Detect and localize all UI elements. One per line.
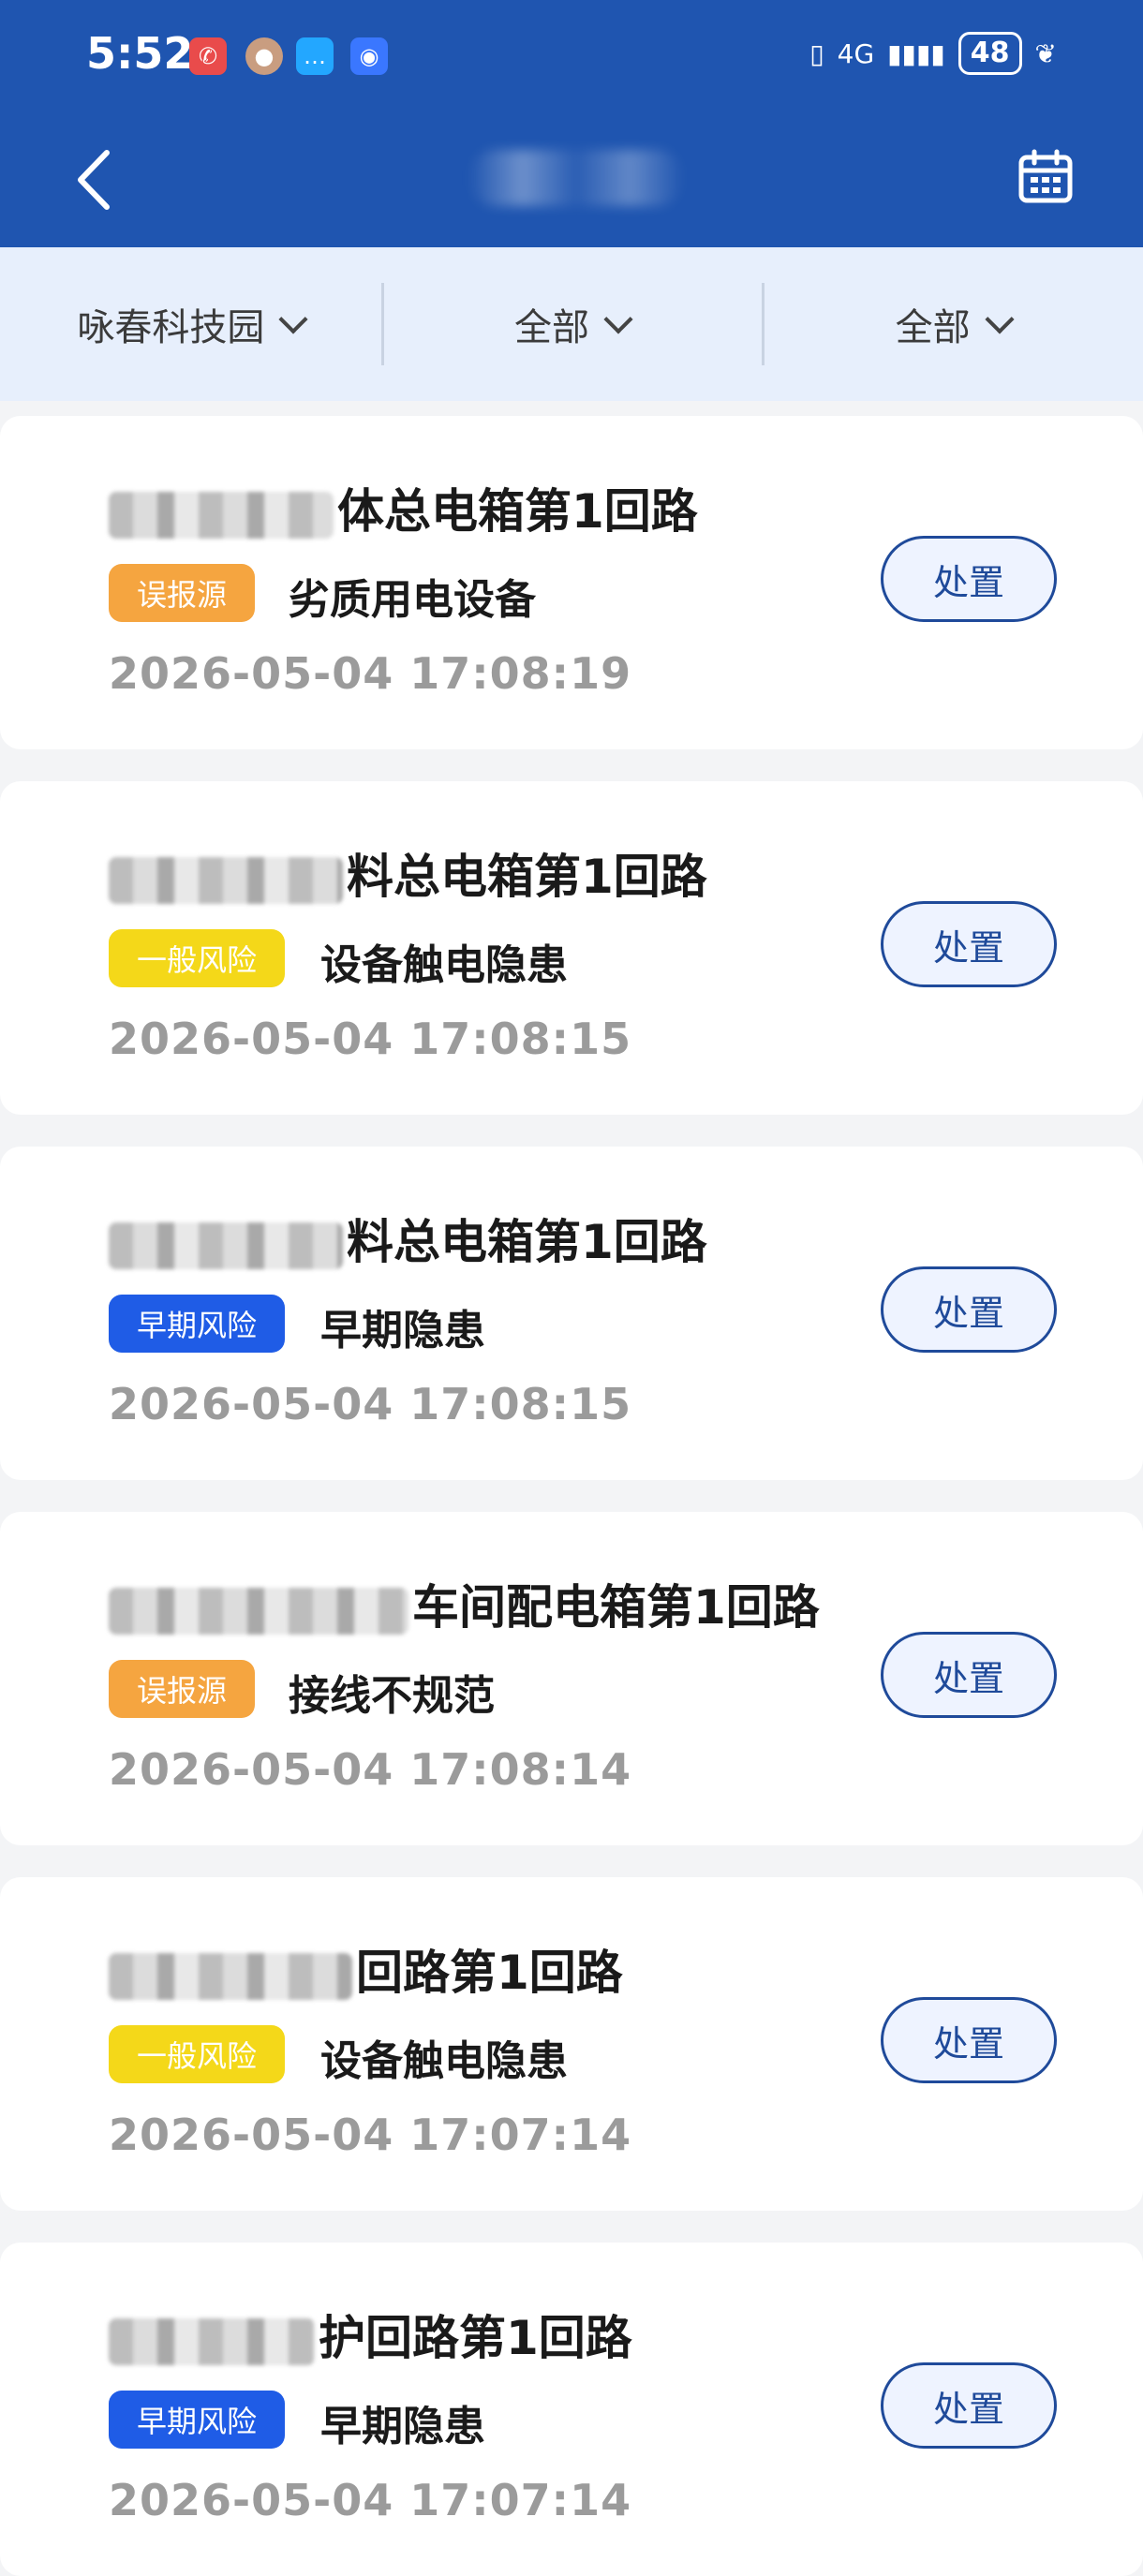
- filter-category-label: 全部: [514, 306, 589, 349]
- item-timestamp: 2026-05-04 17:08:15: [109, 1379, 632, 1429]
- item-timestamp: 2026-05-04 17:07:14: [109, 2110, 632, 2160]
- item-timestamp: 2026-05-04 17:08:15: [109, 1014, 632, 1064]
- chevron-down-icon: [278, 304, 308, 334]
- filter-bar: 咏春科技园 全部 全部: [0, 247, 1143, 401]
- system-indicators: ▯ 4G ▮▮▮▮ 48 ❦: [809, 32, 1057, 75]
- item-title: 料总电箱第1回路: [109, 1205, 707, 1272]
- list-item[interactable]: 体总电箱第1回路 误报源 劣质用电设备 2026-05-04 17:08:19 …: [0, 416, 1143, 749]
- list-item[interactable]: 料总电箱第1回路 早期风险 早期隐患 2026-05-04 17:08:15 处…: [0, 1147, 1143, 1480]
- risk-tag: 误报源: [109, 564, 256, 622]
- signal-icon: ▮▮▮▮: [887, 37, 945, 69]
- nav-bar: [0, 112, 1143, 247]
- item-title-text: 回路第1回路: [356, 1946, 623, 2000]
- risk-tag: 误报源: [109, 1660, 256, 1718]
- item-title-text: 料总电箱第1回路: [347, 850, 707, 904]
- risk-tag: 早期风险: [109, 2391, 286, 2449]
- risk-tag: 一般风险: [109, 2025, 286, 2083]
- item-title: 车间配电箱第1回路: [109, 1570, 820, 1637]
- page-title: [468, 150, 684, 206]
- redacted-text: [109, 2317, 315, 2365]
- calendar-icon: [1018, 149, 1073, 203]
- network-label: 4G: [837, 37, 875, 69]
- item-title-text: 体总电箱第1回路: [337, 484, 698, 539]
- redacted-text: [109, 1221, 343, 1269]
- filter-category-dropdown[interactable]: 全部: [380, 247, 763, 401]
- item-title-text: 料总电箱第1回路: [347, 1215, 707, 1269]
- handle-button[interactable]: 处置: [881, 536, 1057, 622]
- hazard-type: 设备触电隐患: [320, 941, 568, 989]
- handle-button[interactable]: 处置: [881, 1266, 1057, 1353]
- redacted-text: [109, 1587, 408, 1635]
- battery-indicator: 48: [957, 32, 1022, 75]
- item-timestamp: 2026-05-04 17:08:19: [109, 648, 632, 699]
- redacted-text: [109, 1952, 352, 2000]
- chevron-down-icon: [985, 304, 1015, 334]
- hazard-type: 早期隐患: [320, 1307, 485, 1355]
- calendar-button[interactable]: [1016, 148, 1076, 208]
- back-arrow-icon: [78, 150, 110, 210]
- shield-icon: ◉: [350, 37, 388, 75]
- leaf-icon: ❦: [1034, 37, 1057, 69]
- hazard-type: 设备触电隐患: [320, 2037, 568, 2085]
- avatar-icon: ●: [245, 37, 283, 75]
- redacted-text: [109, 491, 334, 539]
- item-title: 料总电箱第1回路: [109, 839, 707, 907]
- risk-tag: 一般风险: [109, 929, 286, 987]
- item-title: 体总电箱第1回路: [109, 474, 698, 541]
- list-item[interactable]: 护回路第1回路 早期风险 早期隐患 2026-05-04 17:07:14 处置: [0, 2243, 1143, 2576]
- item-title: 护回路第1回路: [109, 2301, 632, 2368]
- filter-site-label: 咏春科技园: [77, 306, 265, 349]
- handle-button[interactable]: 处置: [881, 1632, 1057, 1718]
- chevron-down-icon: [603, 304, 633, 334]
- risk-tag: 早期风险: [109, 1295, 286, 1353]
- top-app-bar: 5:52 ✆ ● … ◉ ▯ 4G ▮▮▮▮ 48 ❦: [0, 0, 1143, 247]
- handle-button[interactable]: 处置: [881, 901, 1057, 987]
- hazard-type: 劣质用电设备: [289, 576, 536, 624]
- filter-site-dropdown[interactable]: 咏春科技园: [0, 247, 381, 401]
- redacted-text: [109, 856, 343, 904]
- filter-status-dropdown[interactable]: 全部: [762, 247, 1143, 401]
- list-item[interactable]: 料总电箱第1回路 一般风险 设备触电隐患 2026-05-04 17:08:15…: [0, 781, 1143, 1115]
- status-time: 5:52: [86, 28, 194, 79]
- item-title-text: 护回路第1回路: [319, 2311, 632, 2365]
- hazard-type: 早期隐患: [320, 2403, 485, 2450]
- missed-call-icon: ✆: [189, 37, 227, 75]
- handle-button[interactable]: 处置: [881, 2362, 1057, 2449]
- chat-icon: …: [296, 37, 334, 75]
- item-timestamp: 2026-05-04 17:07:14: [109, 2475, 632, 2525]
- handle-button[interactable]: 处置: [881, 1997, 1057, 2083]
- filter-status-label: 全部: [895, 306, 971, 349]
- item-title-text: 车间配电箱第1回路: [412, 1580, 820, 1635]
- item-title: 回路第1回路: [109, 1935, 623, 2003]
- list-item[interactable]: 回路第1回路 一般风险 设备触电隐患 2026-05-04 17:07:14 处…: [0, 1877, 1143, 2211]
- hazard-type: 接线不规范: [289, 1672, 495, 1720]
- back-button[interactable]: [66, 142, 122, 217]
- item-timestamp: 2026-05-04 17:08:14: [109, 1744, 632, 1795]
- status-bar: 5:52 ✆ ● … ◉ ▯ 4G ▮▮▮▮ 48 ❦: [0, 0, 1143, 112]
- list-item[interactable]: 车间配电箱第1回路 误报源 接线不规范 2026-05-04 17:08:14 …: [0, 1512, 1143, 1845]
- vibrate-icon: ▯: [809, 37, 824, 69]
